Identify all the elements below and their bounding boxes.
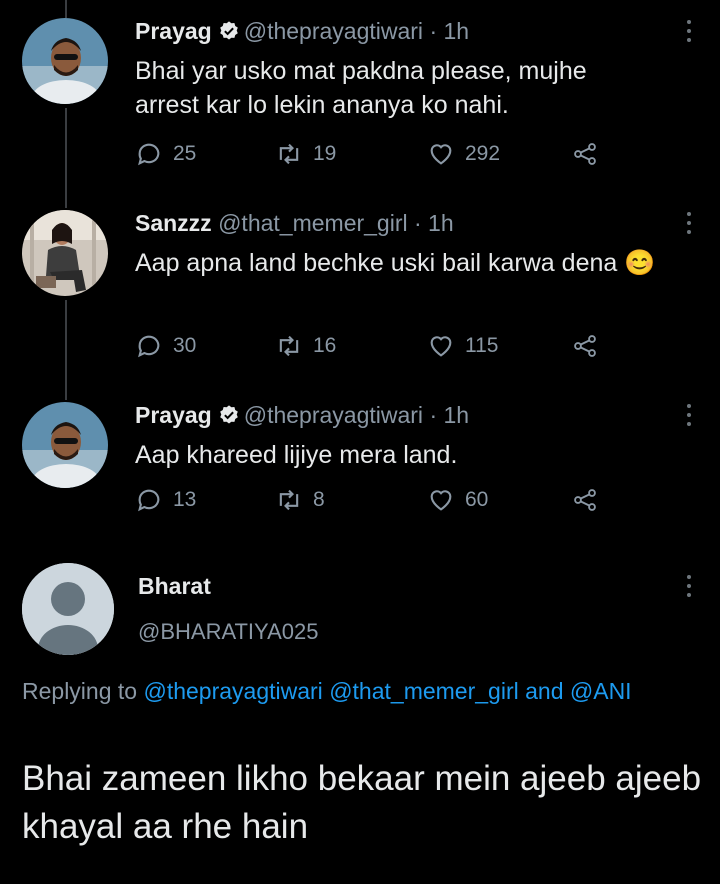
author-name[interactable]: Prayag xyxy=(135,402,212,428)
tweet-1[interactable]: Prayag @theprayagtiwari · 1h Bhai yar usk… xyxy=(0,0,720,190)
author-handle[interactable]: @BHARATIYA025 xyxy=(138,619,318,645)
replying-prefix: Replying to xyxy=(22,678,138,704)
default-avatar[interactable] xyxy=(22,563,114,655)
like-count: 292 xyxy=(465,142,501,165)
retweet-button[interactable]: 8 xyxy=(275,486,325,514)
author-name[interactable]: Prayag xyxy=(135,18,212,44)
reply-button[interactable]: 25 xyxy=(135,140,196,168)
like-icon xyxy=(430,336,452,357)
main-tweet-text: Bhai zameen likho bekaar mein ajeeb ajee… xyxy=(22,759,702,846)
share-button[interactable] xyxy=(571,486,599,514)
avatar-sanzzz[interactable] xyxy=(22,210,108,296)
retweet-icon xyxy=(279,143,299,165)
author-name[interactable]: Bharat xyxy=(138,573,211,600)
reply-count: 13 xyxy=(173,488,197,511)
like-icon xyxy=(430,490,452,511)
tweet-time: · 1h xyxy=(429,402,470,428)
share-icon xyxy=(574,143,596,165)
avatar-prayag[interactable] xyxy=(22,402,108,488)
mention-link[interactable]: @that_memer_girl xyxy=(329,678,519,704)
author-handle[interactable]: @theprayagtiwari xyxy=(244,18,423,44)
tweet-time: · 1h xyxy=(429,18,470,44)
like-icon xyxy=(430,144,452,165)
reply-icon xyxy=(138,143,160,166)
reply-count: 30 xyxy=(173,334,197,357)
verified-icon xyxy=(219,405,238,424)
author-name[interactable]: Sanzzz xyxy=(135,210,212,236)
like-count: 60 xyxy=(465,488,489,511)
tweet-text: Bhai yar usko mat pakdna please, mujhe a… xyxy=(135,57,587,119)
author-handle[interactable]: @that_memer_girl xyxy=(218,210,408,236)
mention-and[interactable]: and xyxy=(525,678,563,704)
more-icon[interactable] xyxy=(686,212,692,239)
share-icon xyxy=(574,489,596,511)
retweet-count: 19 xyxy=(313,142,337,165)
verified-icon xyxy=(219,21,238,40)
tweet-2[interactable]: Sanzzz @that_memer_girl · 1h Aap apna la… xyxy=(0,192,720,384)
retweet-icon xyxy=(279,335,299,357)
like-count: 115 xyxy=(465,334,499,357)
main-tweet: Bharat @BHARATIYA025 Replying to @thepra… xyxy=(0,555,720,884)
tweet-time: · 1h xyxy=(414,210,454,236)
retweet-button[interactable]: 19 xyxy=(275,140,336,168)
mention-link[interactable]: @ANI xyxy=(570,678,632,704)
reply-icon xyxy=(138,489,160,512)
more-icon[interactable] xyxy=(686,575,692,602)
tweet-text: Aap khareed lijiye mera land. xyxy=(135,441,458,469)
share-button[interactable] xyxy=(571,332,599,360)
mention-link[interactable]: @theprayagtiwari xyxy=(143,678,322,704)
reply-button[interactable]: 30 xyxy=(135,332,196,360)
retweet-count: 16 xyxy=(313,334,337,357)
like-button[interactable]: 115 xyxy=(427,332,498,360)
reply-icon xyxy=(138,335,160,358)
replying-to: Replying to @theprayagtiwari @that_memer… xyxy=(22,675,702,708)
more-icon[interactable] xyxy=(686,404,692,431)
retweet-button[interactable]: 16 xyxy=(275,332,336,360)
author-handle[interactable]: @theprayagtiwari xyxy=(244,402,423,428)
reply-button[interactable]: 13 xyxy=(135,486,196,514)
tweet-3[interactable]: Prayag @theprayagtiwari · 1h Aap khareed … xyxy=(0,384,720,544)
share-icon xyxy=(574,335,596,357)
avatar-prayag[interactable] xyxy=(22,18,108,104)
reply-count: 25 xyxy=(173,142,197,165)
like-button[interactable]: 292 xyxy=(427,140,500,168)
like-button[interactable]: 60 xyxy=(427,486,488,514)
more-icon[interactable] xyxy=(686,20,692,47)
retweet-count: 8 xyxy=(313,488,325,511)
tweet-text: Aap apna land bechke uski bail karwa den… xyxy=(135,249,656,277)
retweet-icon xyxy=(279,489,299,511)
share-button[interactable] xyxy=(571,140,599,168)
